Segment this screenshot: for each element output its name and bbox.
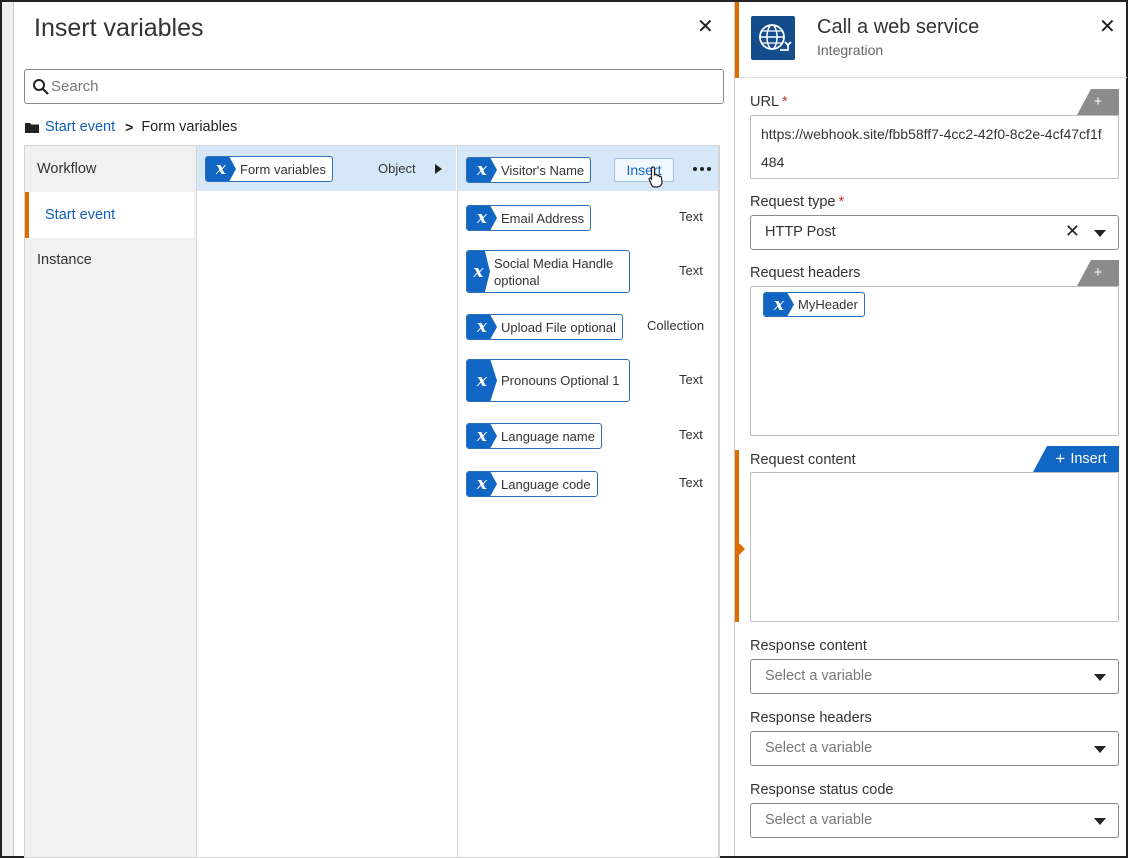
caret-down-icon xyxy=(1094,674,1106,681)
select-placeholder: Select a variable xyxy=(765,668,873,684)
variable-chip-language-code[interactable]: x Language code xyxy=(466,471,598,497)
variable-type: Text xyxy=(679,475,703,490)
request-content-label: Request content xyxy=(750,452,856,468)
response-content-select[interactable]: Select a variable xyxy=(750,659,1119,694)
url-label: URL * xyxy=(750,94,788,110)
header-chip-label: MyHeader xyxy=(798,297,858,312)
response-headers-select[interactable]: Select a variable xyxy=(750,731,1119,766)
variable-icon: x xyxy=(467,206,497,230)
url-value: https://webhook.site/fbb58ff7-4cc2-42f0-… xyxy=(761,126,1102,170)
variable-chip-pronouns[interactable]: x Pronouns Optional 1 xyxy=(466,359,630,402)
breadcrumb-link-start-event[interactable]: Start event xyxy=(45,119,115,135)
breadcrumb-current: Form variables xyxy=(141,119,238,135)
variable-icon: x xyxy=(206,157,236,181)
category-list: Workflow Start event Instance xyxy=(25,146,196,857)
accent-bar xyxy=(735,2,739,78)
variable-label: Form variables xyxy=(240,161,326,177)
search-icon xyxy=(33,79,49,95)
expand-arrow-icon[interactable] xyxy=(435,164,442,174)
variable-type: Text xyxy=(679,372,703,387)
globe-icon xyxy=(751,16,795,60)
variable-label: Language code xyxy=(501,476,591,492)
response-content-label: Response content xyxy=(750,638,867,654)
variable-label: Language name xyxy=(501,428,595,444)
variable-type: Text xyxy=(679,263,703,278)
web-service-panel: Call a web service Integration ✕ URL * + … xyxy=(734,2,1127,856)
variable-label: Pronouns Optional 1 xyxy=(501,373,620,388)
panel-header: Call a web service Integration ✕ xyxy=(735,2,1127,78)
request-type-label: Request type * xyxy=(750,194,845,210)
plus-icon[interactable]: + xyxy=(1077,89,1119,115)
variable-icon: x xyxy=(467,360,497,401)
search-input[interactable] xyxy=(51,72,711,101)
variable-type: Text xyxy=(679,427,703,442)
select-placeholder: Select a variable xyxy=(765,740,873,756)
caret-down-icon xyxy=(1094,818,1106,825)
variable-label: Email Address xyxy=(501,210,585,226)
variable-label: Upload File optional xyxy=(501,319,616,335)
object-list: x Form variables Object xyxy=(196,146,457,857)
more-icon[interactable] xyxy=(684,146,720,191)
variable-chip-social-media-handle[interactable]: x Social Media Handle optional xyxy=(466,250,630,293)
variable-chip-form-variables[interactable]: x Form variables xyxy=(205,156,333,182)
request-headers-label: Request headers xyxy=(750,265,861,281)
url-field[interactable]: https://webhook.site/fbb58ff7-4cc2-42f0-… xyxy=(750,115,1119,179)
variable-icon: x xyxy=(467,158,497,182)
nav-item-instance[interactable]: Instance xyxy=(25,237,194,283)
panel-title: Call a web service xyxy=(817,16,980,38)
caret-down-icon xyxy=(1094,746,1106,753)
variable-icon: x xyxy=(467,472,497,496)
insert-variables-panel: Insert variables ✕ Start event > Form va… xyxy=(0,0,734,858)
caret-down-icon xyxy=(1094,230,1106,237)
request-content-field[interactable] xyxy=(750,472,1119,622)
nav-item-workflow[interactable]: Workflow xyxy=(25,146,194,192)
insert-button[interactable]: Insert xyxy=(614,158,674,182)
variable-chip-upload-file[interactable]: x Upload File optional xyxy=(466,314,623,340)
variable-chip-language-name[interactable]: x Language name xyxy=(466,423,602,449)
plus-icon: + xyxy=(1055,449,1066,468)
response-headers-label: Response headers xyxy=(750,710,872,726)
request-headers-field[interactable]: x MyHeader xyxy=(750,286,1119,436)
response-status-select[interactable]: Select a variable xyxy=(750,803,1119,838)
chevron-right-icon: > xyxy=(125,119,134,135)
close-icon[interactable]: ✕ xyxy=(697,14,714,39)
hand-cursor-icon xyxy=(648,166,663,188)
folder-icon xyxy=(25,122,39,133)
nav-item-start-event[interactable]: Start event xyxy=(25,192,194,238)
clear-icon[interactable]: ✕ xyxy=(1065,221,1080,242)
variable-chip-email-address[interactable]: x Email Address xyxy=(466,205,592,231)
panel-subtitle: Integration xyxy=(817,42,884,58)
insert-button[interactable]: + Insert xyxy=(1033,446,1119,472)
focus-bar xyxy=(735,450,739,622)
variable-chip-visitors-name[interactable]: x Visitor's Name xyxy=(466,157,592,183)
response-status-label: Response status code xyxy=(750,782,894,798)
variable-type: Collection xyxy=(647,318,705,333)
panel-title: Insert variables xyxy=(34,14,204,42)
variable-type: Text xyxy=(679,209,703,224)
variable-icon: x xyxy=(467,251,490,292)
variable-icon: x xyxy=(764,293,794,316)
search-box[interactable] xyxy=(24,69,724,104)
plus-icon[interactable]: + xyxy=(1077,260,1119,286)
header-chip[interactable]: x MyHeader xyxy=(763,292,865,317)
variable-label: Visitor's Name xyxy=(501,162,585,178)
close-icon[interactable]: ✕ xyxy=(1099,14,1116,39)
select-placeholder: Select a variable xyxy=(765,812,873,828)
request-type-value: HTTP Post xyxy=(765,224,836,240)
variable-label: Social Media Handle optional xyxy=(493,255,614,288)
request-type-select[interactable]: HTTP Post ✕ xyxy=(750,215,1119,250)
variable-icon: x xyxy=(467,315,497,339)
breadcrumb: Start event > Form variables xyxy=(25,118,237,136)
variable-list: x Visitor's Name Insert x Email Address … xyxy=(457,146,719,857)
focus-marker xyxy=(739,543,745,555)
variable-icon: x xyxy=(467,424,497,448)
variable-browser: Workflow Start event Instance x Form var… xyxy=(24,145,720,858)
variable-type: Object xyxy=(378,161,416,176)
